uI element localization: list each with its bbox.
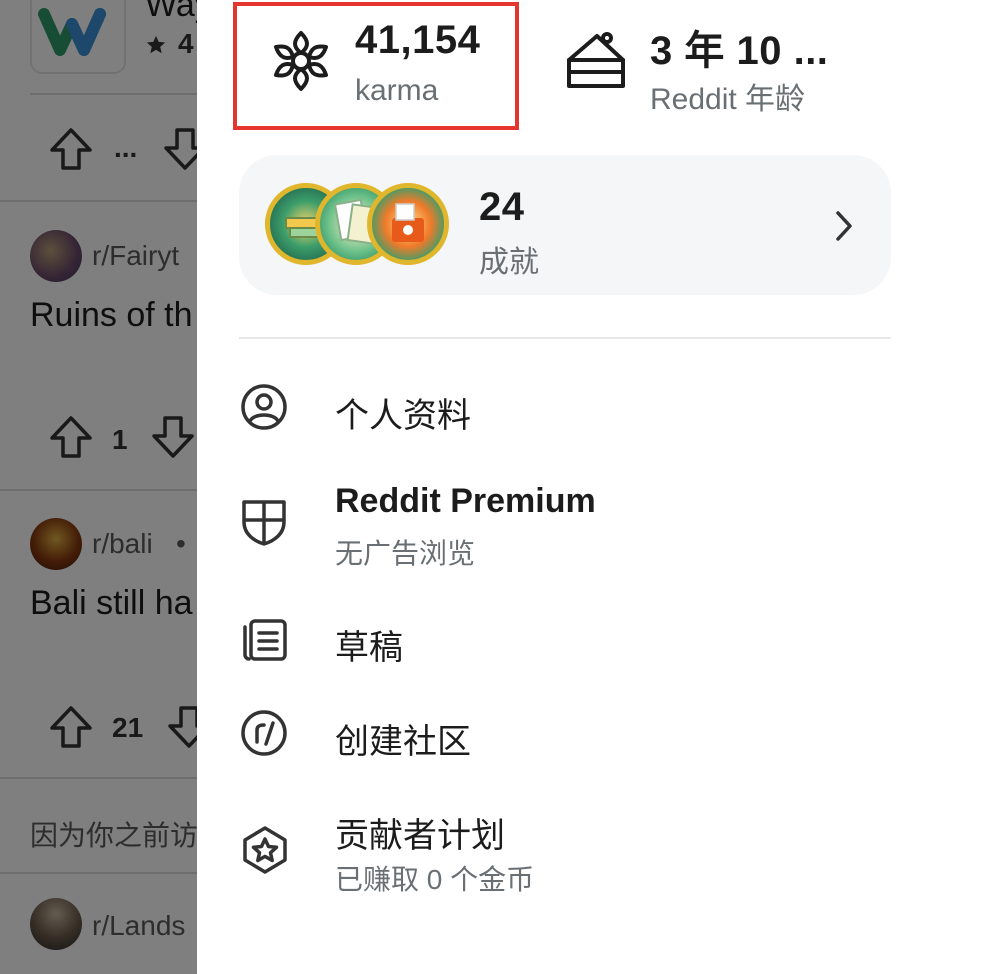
drafts-icon [243,619,287,661]
achievements-count: 24 [479,185,525,229]
drawer-divider [239,337,891,339]
user-drawer: 41,154 karma 3 年 10 ... Reddit 年龄 24 成就 … [197,0,996,974]
menu-item-label: 个人资料 [335,397,471,435]
screen: Way 4 ... r/Fairyt Ruins of th 1 r/bali [0,0,996,974]
chevron-right-icon [836,211,852,241]
premium-shield-icon [242,500,286,546]
menu-item-sublabel: 已赚取 0 个金币 [335,864,535,895]
achievement-badge [367,183,449,265]
menu-item-label: 创建社区 [335,723,471,761]
profile-icon [241,384,287,430]
badge-mailbox-icon [392,203,424,242]
menu-item-label: Reddit Premium [335,482,596,520]
karma-highlight-box [233,2,519,130]
contributor-program-icon [243,826,287,874]
achievements-label: 成就 [479,246,539,279]
cake-icon [567,32,625,88]
menu-item-label: 草稿 [335,629,403,667]
achievements-card[interactable]: 24 成就 [239,155,891,295]
create-community-icon [241,710,287,756]
menu-item-label: 贡献者计划 [335,817,505,855]
reddit-age-value: 3 年 10 ... [650,29,829,73]
reddit-age-label: Reddit 年龄 [650,83,806,116]
menu-item-sublabel: 无广告浏览 [335,538,476,569]
